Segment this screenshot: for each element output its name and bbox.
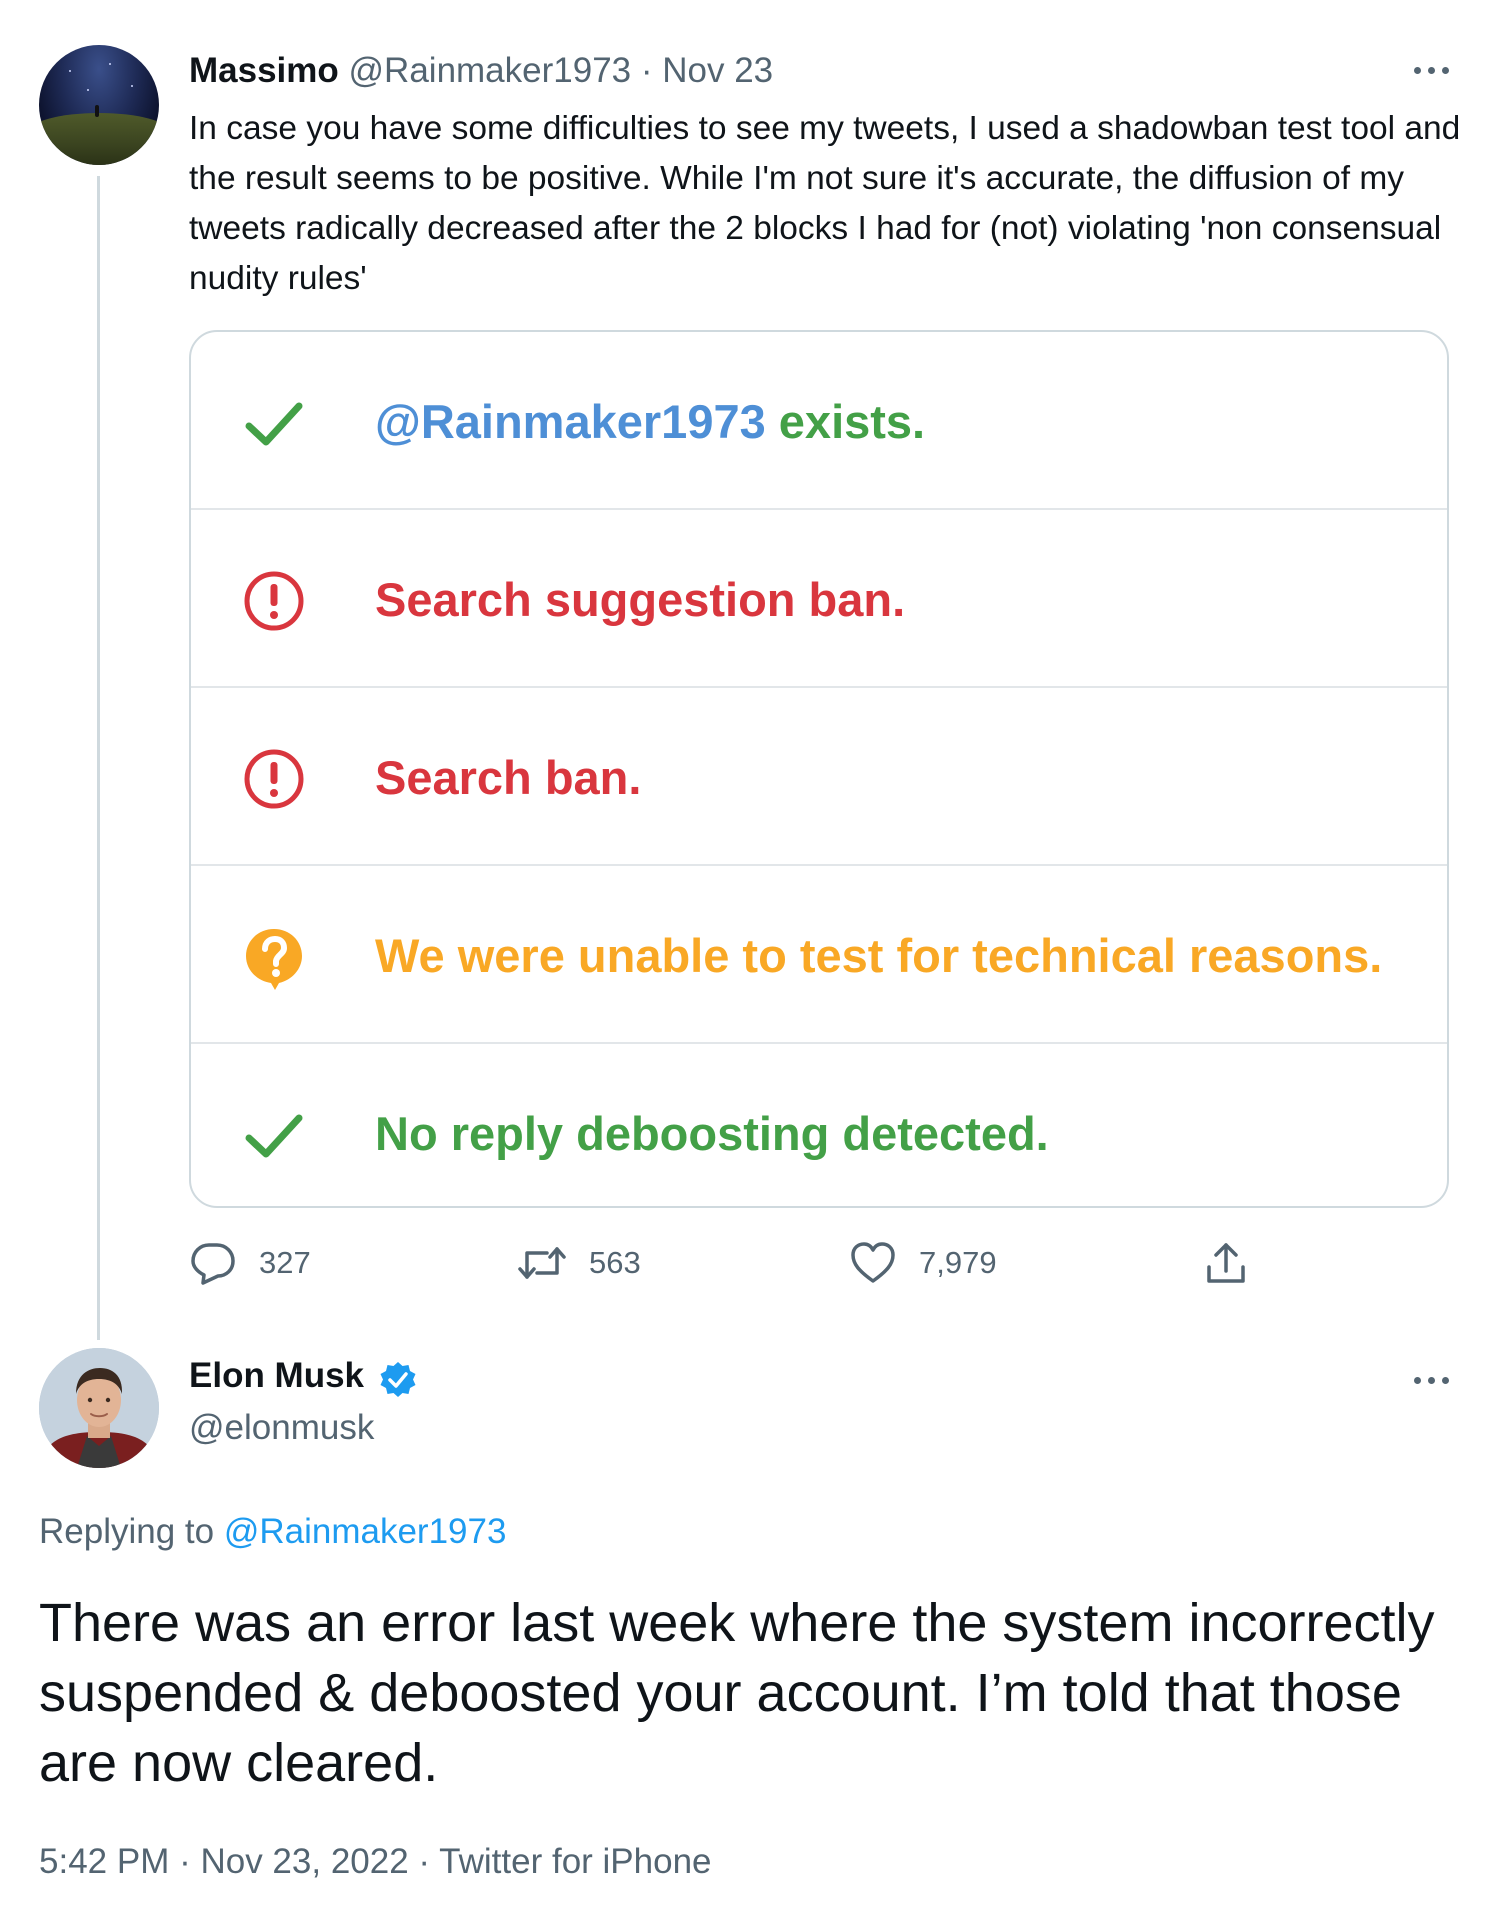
question-bubble-icon (246, 929, 302, 990)
result-row-no-reply-deboosting: No reply deboosting detected. (191, 1044, 1447, 1206)
parent-avatar[interactable] (39, 45, 159, 165)
parent-tweet-text: In case you have some difficulties to se… (189, 110, 1461, 297)
main-author-name[interactable]: Elon Musk (189, 1355, 364, 1397)
parent-author-handle[interactable]: @Rainmaker1973 (349, 51, 632, 90)
parent-tweet-header: Massimo @Rainmaker1973 · Nov 23 (189, 50, 773, 92)
share-icon (1207, 1243, 1245, 1283)
main-avatar[interactable] (39, 1348, 159, 1468)
parent-tweet-date[interactable]: Nov 23 (662, 51, 773, 90)
tweet-time[interactable]: 5:42 PM (39, 1842, 169, 1881)
retweet-button[interactable]: 563 (517, 1238, 641, 1288)
meta-separator: · (169, 1842, 201, 1881)
reply-icon (191, 1243, 235, 1285)
parent-author-name[interactable]: Massimo (189, 51, 339, 90)
verified-badge-icon (380, 1362, 416, 1397)
heart-icon (851, 1242, 895, 1283)
tweet-media-image[interactable]: @Rainmaker1973 exists. Search suggestion… (189, 330, 1449, 1208)
more-options-icon[interactable] (1412, 1374, 1452, 1386)
result-row-search-suggestion-ban: Search suggestion ban. (191, 510, 1447, 688)
portrait-image (39, 1348, 159, 1468)
tweet-source[interactable]: Twitter for iPhone (439, 1842, 711, 1881)
result-text: No reply deboosting detected. (375, 1107, 1049, 1160)
result-text: We were unable to test for technical rea… (375, 929, 1383, 982)
replying-to-line: Replying to @Rainmaker1973 (39, 1510, 506, 1554)
exclamation-circle-icon (244, 571, 304, 631)
tweet-metadata: 5:42 PM · Nov 23, 2022 · Twitter for iPh… (39, 1840, 712, 1884)
header-separator: · (631, 51, 663, 90)
retweet-count: 563 (589, 1245, 641, 1280)
result-text: Search suggestion ban. (375, 573, 906, 626)
replying-to-label: Replying to (39, 1512, 224, 1551)
result-row-search-ban: Search ban. (191, 688, 1447, 866)
tweet-date[interactable]: Nov 23, 2022 (200, 1842, 408, 1881)
result-row-unable-to-test: We were unable to test for technical rea… (191, 866, 1447, 1044)
main-author-handle[interactable]: @elonmusk (189, 1407, 374, 1449)
retweet-icon (518, 1247, 566, 1279)
reply-count: 327 (259, 1245, 311, 1280)
result-text: Search ban. (375, 751, 642, 804)
result-row-exists: @Rainmaker1973 exists. (191, 332, 1447, 510)
thread-line (97, 176, 100, 1340)
meta-separator: · (408, 1842, 440, 1881)
main-tweet-text: There was an error last week where the s… (39, 1593, 1435, 1793)
more-options-icon[interactable] (1412, 64, 1452, 76)
like-button[interactable]: 7,979 (849, 1238, 997, 1288)
exclamation-circle-icon (244, 749, 304, 809)
result-handle: @Rainmaker1973 (375, 395, 766, 448)
share-button[interactable] (1204, 1238, 1248, 1288)
reply-button[interactable]: 327 (189, 1238, 311, 1288)
check-icon (245, 1114, 303, 1158)
replying-to-link[interactable]: @Rainmaker1973 (224, 1512, 507, 1551)
like-count: 7,979 (919, 1245, 997, 1280)
check-icon (245, 402, 303, 446)
result-text: exists. (765, 395, 926, 448)
